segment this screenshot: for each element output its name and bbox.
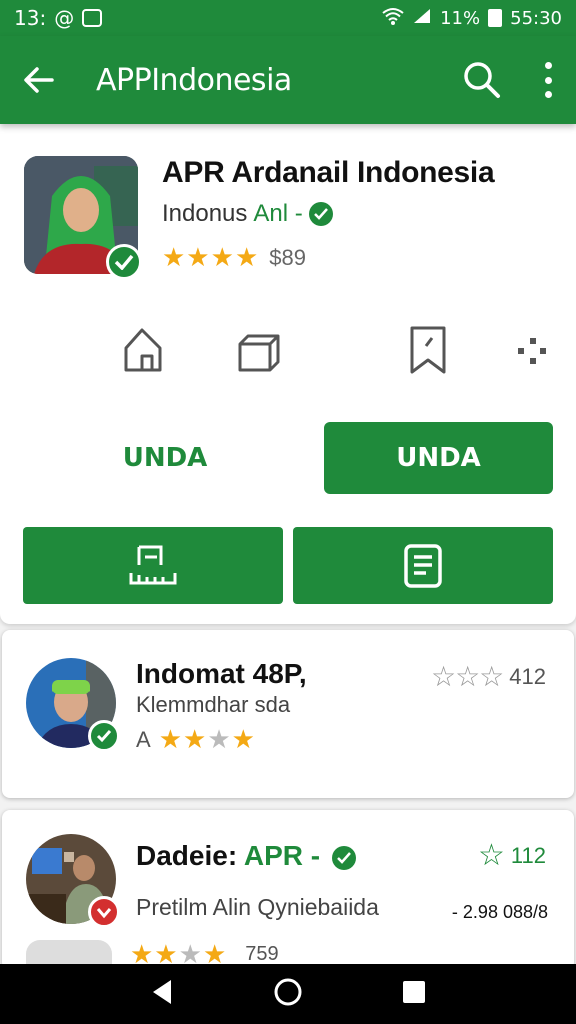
- nav-back-button[interactable]: [149, 978, 175, 1011]
- download-button[interactable]: [23, 527, 283, 604]
- home-icon[interactable]: [120, 324, 168, 376]
- rating-value: $89: [269, 244, 306, 270]
- box-icon[interactable]: [236, 324, 284, 376]
- app-notification-icon: [82, 9, 103, 27]
- peek-value: 759: [245, 942, 279, 965]
- app-icon[interactable]: [24, 156, 142, 280]
- next-list-item-peek: ★★★★ 759: [26, 939, 546, 969]
- battery-icon: [488, 9, 503, 27]
- status-time: 13:: [14, 6, 47, 30]
- search-icon: [464, 62, 500, 98]
- card-rating: A ★★★★: [136, 724, 256, 755]
- card-subtitle: Klemmdhar sda: [136, 692, 291, 717]
- app-rating: ★★★★ $89: [162, 242, 306, 273]
- nav-home-icon: [274, 978, 302, 1005]
- avatar: [26, 834, 120, 928]
- battery-percent: 11%: [440, 7, 481, 29]
- verified-badge-icon: [88, 720, 120, 752]
- document-icon: [404, 543, 442, 588]
- action-icon-row: [0, 324, 576, 376]
- nav-back-icon: [153, 979, 171, 1004]
- card-title: Dadeie: APR -: [136, 840, 356, 872]
- rating-count: 412: [509, 663, 546, 689]
- nav-recents-icon: [403, 980, 425, 1003]
- verified-badge-icon: [106, 244, 142, 280]
- overflow-menu-button[interactable]: [542, 62, 554, 98]
- card-value: - 2.98 088/8: [451, 902, 548, 922]
- developer-name: Indonus: [162, 200, 248, 227]
- secondary-action-button[interactable]: UNDA: [24, 422, 306, 494]
- card-rating-summary: ☆ 112: [478, 838, 546, 873]
- back-button[interactable]: [0, 36, 78, 124]
- bookmark-icon[interactable]: [404, 324, 452, 376]
- system-nav-bar: [0, 964, 576, 1024]
- verified-icon: [331, 845, 356, 870]
- star-outline-icon: ☆: [478, 839, 505, 872]
- app-detail-card: APR Ardanail Indonesia Indonus Anl - ★★★…: [0, 124, 576, 624]
- card-rating-summary: ☆☆☆ 412: [431, 660, 546, 693]
- verified-icon: [308, 202, 333, 226]
- app-bar: APPIndonesia: [0, 36, 576, 124]
- developer-link[interactable]: Indonus Anl -: [162, 200, 333, 228]
- download-icon: [129, 545, 177, 584]
- back-arrow-icon: [24, 67, 54, 93]
- page-title: APPIndonesia: [96, 62, 292, 98]
- rating-count: 112: [510, 842, 546, 868]
- card-title-text: Dadeie:: [136, 840, 244, 871]
- app-title: APR Ardanail Indonesia: [162, 156, 495, 189]
- card-title-accent: APR -: [243, 840, 321, 871]
- status-bar: 13: @ 11% 55:30: [0, 0, 576, 36]
- signal-icon: [412, 7, 432, 30]
- card-subtitle: Pretilm Alin Qyniebaiida: [136, 894, 379, 920]
- alert-badge-icon: [88, 896, 120, 928]
- menu-dot-icon: [544, 76, 552, 84]
- notification-icon: @: [54, 6, 75, 30]
- avatar: [26, 658, 120, 752]
- rating-stars: ★★★★: [158, 724, 256, 754]
- developer-accent: Anl -: [253, 200, 303, 227]
- status-clock: 55:30: [510, 7, 562, 29]
- wifi-icon: [382, 7, 404, 30]
- rating-stars: ★★★★: [162, 242, 260, 272]
- rating-prefix: A: [136, 726, 151, 752]
- outline-stars-icon: ☆☆☆: [430, 661, 504, 692]
- nav-recents-button[interactable]: [401, 979, 427, 1010]
- nav-home-button[interactable]: [273, 977, 303, 1012]
- menu-dot-icon: [544, 62, 552, 69]
- details-button[interactable]: [293, 527, 553, 604]
- primary-action-button[interactable]: UNDA: [324, 422, 553, 494]
- search-button[interactable]: [462, 60, 502, 100]
- list-item[interactable]: Indomat 48P, Klemmdhar sda A ★★★★ ☆☆☆ 41…: [2, 630, 574, 798]
- menu-dot-icon: [544, 91, 552, 98]
- share-icon[interactable]: [512, 324, 560, 376]
- card-title: Indomat 48P,: [136, 658, 307, 689]
